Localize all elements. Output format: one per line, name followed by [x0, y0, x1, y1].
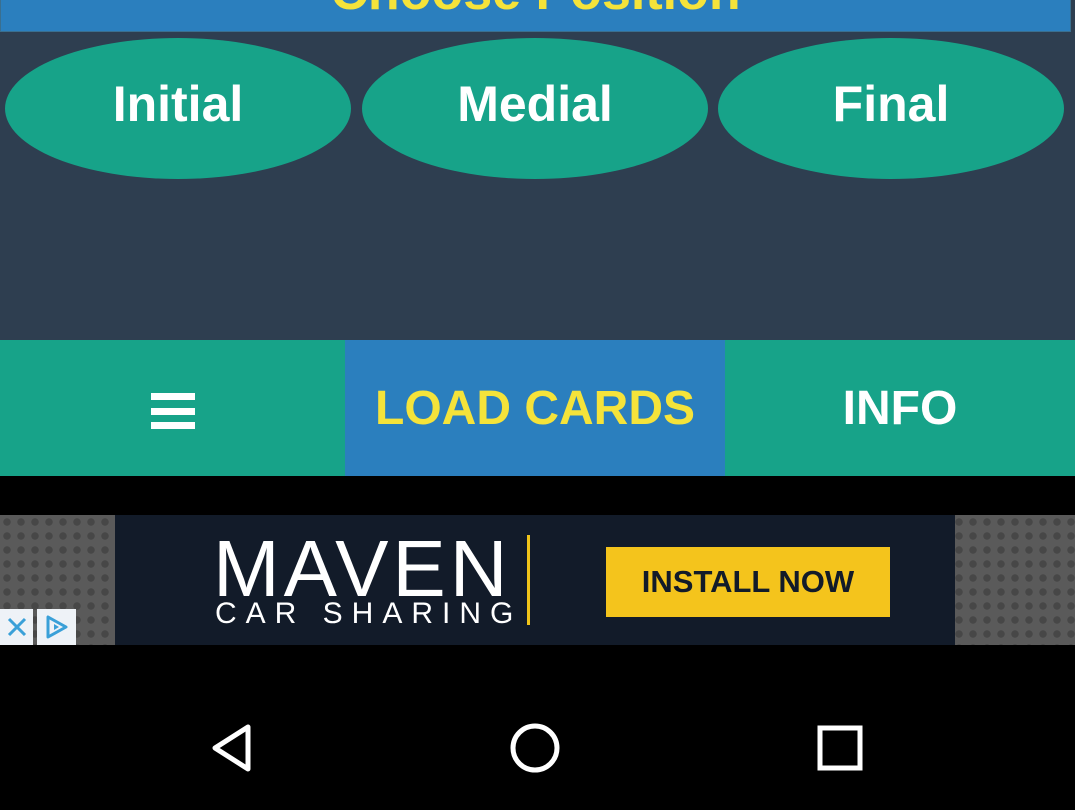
- hamburger-menu-icon: [150, 393, 195, 429]
- ad-content[interactable]: MAVEN CAR SHARING INSTALL NOW: [115, 515, 955, 645]
- ad-brand-subtitle: CAR SHARING: [215, 597, 523, 630]
- ad-banner[interactable]: MAVEN CAR SHARING INSTALL NOW: [0, 515, 1075, 645]
- choose-position-header: Choose Position: [0, 0, 1071, 32]
- adchoices-button[interactable]: [37, 609, 76, 645]
- header-title: Choose Position: [1, 0, 1070, 18]
- android-navigation-bar: [0, 685, 1075, 810]
- ad-divider: [527, 535, 530, 625]
- bottom-action-bar: LOAD CARDS INFO: [0, 340, 1075, 476]
- position-final-button[interactable]: Final: [718, 38, 1064, 179]
- position-medial-button[interactable]: Medial: [362, 38, 708, 179]
- load-cards-button[interactable]: LOAD CARDS: [345, 340, 725, 476]
- home-circle-icon[interactable]: [508, 721, 562, 775]
- adchoices-icon: [46, 615, 67, 639]
- info-button[interactable]: INFO: [725, 340, 1075, 476]
- recent-apps-square-icon[interactable]: [813, 721, 867, 775]
- close-icon: [7, 617, 26, 637]
- menu-button[interactable]: [0, 340, 345, 476]
- install-now-button[interactable]: INSTALL NOW: [606, 547, 890, 617]
- back-triangle-icon[interactable]: [207, 721, 261, 775]
- position-initial-button[interactable]: Initial: [5, 38, 351, 179]
- ad-close-button[interactable]: [0, 609, 33, 645]
- app-screen: Choose Position Initial Medial Final LOA…: [0, 0, 1075, 476]
